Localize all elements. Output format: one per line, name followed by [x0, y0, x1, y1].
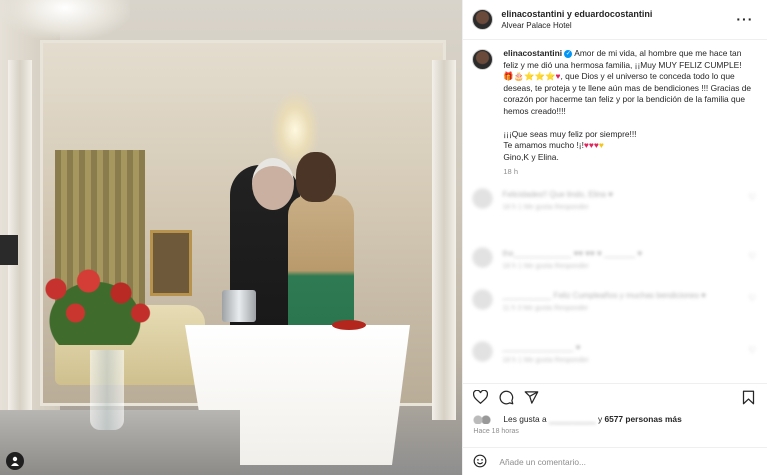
caption-wish: ¡¡¡Que seas muy feliz por siempre!!!	[503, 128, 637, 139]
likes-prefix: Les gusta a	[503, 414, 547, 424]
caption-text: elinacostantini ✓ Amor de mi vida, al ho…	[503, 48, 753, 118]
photo-ice-bucket	[222, 290, 256, 322]
comment-like-heart-icon[interactable]: ♡	[748, 192, 756, 203]
post-timestamp: Hace 18 horas	[473, 428, 519, 435]
heart-icon[interactable]	[473, 389, 489, 407]
likes-count[interactable]: 6577 personas más	[604, 414, 681, 424]
header-location[interactable]: Alvear Palace Hotel	[501, 20, 652, 32]
verified-badge-icon: ✓	[564, 49, 573, 58]
comment-meta[interactable]: 11 h 3 Me gusta Responder	[502, 305, 588, 312]
likers-avatars	[473, 414, 500, 424]
comment-text: the_____________ ♥♥ ♥♥ ♥ _______ ♥	[502, 249, 643, 258]
instagram-post: elinacostantini y eduardocostantini Alve…	[0, 0, 767, 475]
caption-emojis: 🎁🎂⭐⭐⭐	[503, 71, 556, 82]
photo-roses	[30, 265, 160, 345]
comment-like-heart-icon[interactable]: ♡	[748, 251, 756, 262]
photo-lamp	[0, 235, 18, 265]
comment-icon[interactable]	[499, 390, 514, 408]
header-usernames[interactable]: elinacostantini y eduardocostantini	[501, 8, 652, 20]
header-text: elinacostantini y eduardocostantini Alve…	[501, 8, 652, 32]
person-icon[interactable]	[6, 452, 24, 470]
send-icon[interactable]	[524, 390, 539, 408]
photo-cake	[332, 320, 366, 330]
action-bar	[463, 383, 767, 410]
comment-item[interactable]: the_____________ ♥♥ ♥♥ ♥ _______ ♥ 18 h …	[472, 247, 762, 287]
photo-chandelier-top	[0, 0, 130, 40]
comment-meta[interactable]: 18 h 1 Me gusta Responder	[502, 263, 588, 270]
comment-text: ___________ Feliz Cumpleaños y muchas be…	[502, 291, 706, 300]
caption-username[interactable]: elinacostantini	[503, 48, 562, 58]
caption-love-line: Te amamos mucho !¡!♥♥♥♥	[503, 140, 753, 152]
comment-item[interactable]: ___________ Feliz Cumpleaños y muchas be…	[472, 289, 762, 329]
likes-middle: y	[597, 414, 603, 424]
comment-avatar[interactable]	[472, 188, 494, 209]
comment-item[interactable]: ________________ ♥ 18 h 1 Me gusta Respo…	[472, 341, 762, 381]
comment-avatar[interactable]	[472, 341, 494, 362]
photo-column-right	[432, 60, 456, 420]
more-horizontal-icon[interactable]: ···	[736, 11, 753, 27]
caption-signature: Gino,K y Elina.	[503, 151, 559, 162]
comment-like-heart-icon[interactable]: ♡	[748, 345, 756, 356]
photo-woman-head	[296, 152, 336, 202]
add-comment-bar	[463, 447, 767, 476]
comment-avatar[interactable]	[472, 247, 494, 268]
photo-vase	[90, 350, 124, 430]
comment-avatar[interactable]	[472, 289, 494, 310]
red-hearts-icon: ♥♥♥	[583, 140, 599, 151]
post-photo[interactable]	[0, 0, 463, 475]
comment-input[interactable]	[497, 456, 702, 468]
caption-time: 18 h	[503, 167, 518, 177]
likes-summary[interactable]: Les gusta a __________ y 6577 personas m…	[473, 414, 682, 424]
caption-body: elinacostantini ✓ Amor de mi vida, al ho…	[503, 48, 753, 178]
post-side-panel: elinacostantini y eduardocostantini Alve…	[462, 0, 767, 475]
caption-avatar[interactable]	[472, 49, 494, 70]
comment-text: ________________ ♥	[502, 343, 581, 352]
avatar[interactable]	[472, 9, 494, 30]
yellow-heart-icon: ♥	[598, 140, 604, 151]
comment-meta[interactable]: 18 h 1 Me gusta Responder	[502, 204, 588, 211]
post-header: elinacostantini y eduardocostantini Alve…	[463, 0, 767, 40]
comment-meta[interactable]: 18 h 1 Me gusta Responder	[502, 357, 588, 364]
comment-text: Felicidades!! Que lindo, Elina ♥	[502, 190, 613, 199]
bookmark-icon[interactable]	[742, 390, 755, 408]
comment-item[interactable]: Felicidades!! Que lindo, Elina ♥ 18 h 1 …	[472, 188, 762, 228]
caption-love-text: Te amamos mucho !¡!	[503, 140, 584, 151]
likes-user[interactable]: __________	[549, 414, 596, 424]
photo-man-head	[252, 158, 294, 210]
post-caption: elinacostantini ✓ Amor de mi vida, al ho…	[472, 48, 757, 178]
comment-like-heart-icon[interactable]: ♡	[748, 293, 756, 304]
emoji-icon[interactable]	[473, 454, 487, 471]
